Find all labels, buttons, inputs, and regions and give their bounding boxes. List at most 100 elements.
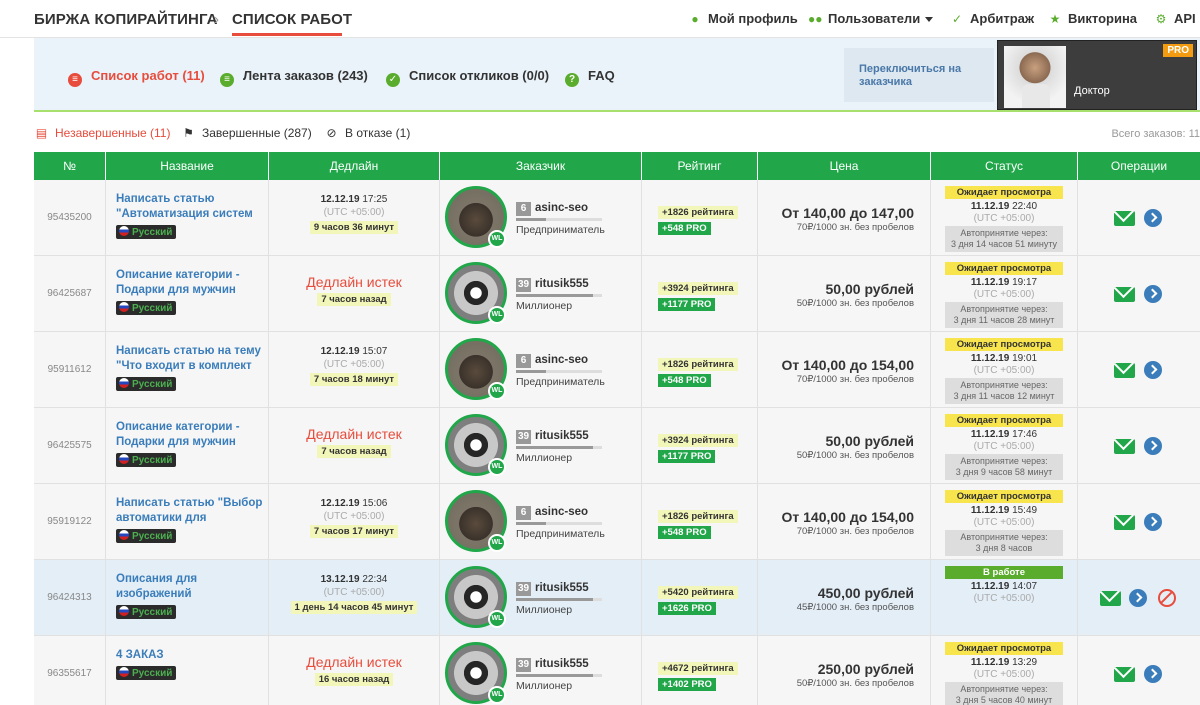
nav-quiz[interactable]: ★ Викторина [1048, 11, 1137, 26]
deadline-date: 12.12.19 15:06 [269, 498, 439, 509]
open-order-icon[interactable] [1129, 589, 1147, 607]
message-icon[interactable] [1100, 591, 1121, 606]
status-badge: Ожидает просмотра [945, 186, 1063, 199]
rating-cell: +1826 рейтинга +548 PRO [642, 180, 758, 256]
order-title-link[interactable]: Написать статью "Автоматизация систем [116, 192, 268, 222]
russia-flag-icon [119, 226, 129, 236]
deadline-remaining: 7 часов 18 минут [309, 373, 399, 386]
message-icon[interactable] [1114, 515, 1135, 530]
tab-work-list[interactable]: ≡ Список работ (11) [68, 68, 205, 87]
customer-username[interactable]: asinc-seo [535, 354, 588, 366]
col-header-status[interactable]: Статус [931, 152, 1078, 180]
deadline-expired: Дедлайн истек [306, 654, 402, 670]
level-badge: 6 [516, 202, 531, 216]
table-row[interactable]: 95435200 Написать статью "Автоматизация … [34, 180, 1200, 256]
customer-username[interactable]: asinc-seo [535, 506, 588, 518]
open-order-icon[interactable] [1144, 285, 1162, 303]
order-id: 96424313 [34, 560, 106, 636]
col-header-customer[interactable]: Заказчик [440, 152, 642, 180]
order-title-link[interactable]: 4 ЗАКАЗ [116, 648, 268, 663]
rating-bonus: +3924 рейтинга [658, 282, 738, 295]
cancel-icon[interactable] [1158, 589, 1176, 607]
order-title-link[interactable]: Написать статью "Выбор автоматики для [116, 496, 268, 526]
table-row[interactable]: 95911612 Написать статью на тему "Что вх… [34, 332, 1200, 408]
order-id: 96425687 [34, 256, 106, 332]
price-rate: 50₽/1000 зн. без пробелов [796, 450, 914, 461]
language-label: Русский [132, 531, 173, 542]
open-order-icon[interactable] [1144, 513, 1162, 531]
customer-username[interactable]: asinc-seo [535, 202, 588, 214]
customer-username[interactable]: ritusik555 [535, 582, 589, 594]
price-cell: От 140,00 до 154,00 70₽/1000 зн. без про… [758, 484, 931, 560]
level-progress-bar [516, 218, 602, 221]
level-progress-bar [516, 522, 602, 525]
nav-users[interactable]: ●● Пользователи [808, 11, 934, 26]
rating-bonus: +3924 рейтинга [658, 434, 738, 447]
order-title-link[interactable]: Описание категории - Подарки для мужчин [116, 268, 268, 298]
nav-my-profile[interactable]: ● Мой профиль [688, 11, 797, 26]
filter-unfinished[interactable]: ▤ Незавершенные (11) [34, 126, 171, 140]
filter-finished[interactable]: ⚑ Завершенные (287) [181, 126, 312, 140]
open-order-icon[interactable] [1144, 665, 1162, 683]
col-header-rating[interactable]: Рейтинг [642, 152, 758, 180]
message-icon[interactable] [1114, 363, 1135, 378]
tab-faq[interactable]: ? FAQ [565, 68, 615, 87]
message-icon[interactable] [1114, 667, 1135, 682]
customer-username[interactable]: ritusik555 [535, 430, 589, 442]
deadline-remaining: 7 часов назад [317, 293, 391, 306]
level-badge: 6 [516, 354, 531, 368]
nav-label: Арбитраж [970, 11, 1035, 26]
customer-username[interactable]: ritusik555 [535, 278, 589, 290]
tab-order-feed[interactable]: ≡ Лента заказов (243) [220, 68, 368, 87]
deadline-day: 12.12.19 [320, 346, 360, 357]
orders-table: № Название Дедлайн Заказчик Рейтинг Цена… [34, 152, 1200, 705]
switch-to-customer-button[interactable]: Переключиться на заказчика [844, 48, 994, 102]
table-row[interactable]: 96425575 Описание категории - Подарки дл… [34, 408, 1200, 484]
tab-responses[interactable]: ✓ Список откликов (0/0) [386, 68, 549, 87]
auto-accept-box: Автопринятие через: 3 дня 5 часов 40 мину… [945, 682, 1063, 705]
order-title-link[interactable]: Написать статью на тему "Что входит в ко… [116, 344, 268, 374]
nav-api[interactable]: ⚙ API [1154, 11, 1196, 26]
table-row[interactable]: 95919122 Написать статью "Выбор автомати… [34, 484, 1200, 560]
profile-card[interactable]: Доктор PRO [997, 40, 1197, 110]
status-cell: Ожидает просмотра 11.12.19 15:49 (UTC +0… [931, 484, 1078, 560]
open-order-icon[interactable] [1144, 437, 1162, 455]
status-cell: Ожидает просмотра 11.12.19 19:17 (UTC +0… [931, 256, 1078, 332]
filter-row: ▤ Незавершенные (11) ⚑ Завершенные (287) ⊘… [34, 124, 1200, 144]
message-icon[interactable] [1114, 439, 1135, 454]
customer-cell: WL 39 ritusik555 Миллионер [440, 256, 642, 332]
status-date: 11.12.19 [970, 657, 1010, 668]
message-icon[interactable] [1114, 211, 1135, 226]
table-row[interactable]: 96425687 Описание категории - Подарки дл… [34, 256, 1200, 332]
nav-arbitration[interactable]: ✓ Арбитраж [950, 11, 1034, 26]
feed-icon: ≡ [220, 73, 234, 87]
table-row[interactable]: 96424313 Описания для изображений Русски… [34, 560, 1200, 636]
status-date: 11.12.19 [970, 353, 1010, 364]
gavel-icon: ✓ [951, 12, 963, 26]
col-header-title[interactable]: Название [106, 152, 269, 180]
col-header-deadline[interactable]: Дедлайн [269, 152, 440, 180]
status-timezone: (UTC +05:00) [973, 593, 1035, 604]
language-label: Русский [132, 668, 173, 679]
open-order-icon[interactable] [1144, 361, 1162, 379]
order-title-link[interactable]: Описания для изображений [116, 572, 268, 602]
col-header-number[interactable]: № [34, 152, 106, 180]
filter-rejected[interactable]: ⊘ В отказе (1) [324, 126, 410, 140]
status-date: 11.12.19 [970, 277, 1010, 288]
col-header-price[interactable]: Цена [758, 152, 931, 180]
status-badge: Ожидает просмотра [945, 262, 1063, 275]
order-title-link[interactable]: Описание категории - Подарки для мужчин [116, 420, 268, 450]
customer-username[interactable]: ritusik555 [535, 658, 589, 670]
status-datetime: 11.12.19 22:40 [931, 201, 1077, 212]
price-rate: 50₽/1000 зн. без пробелов [796, 298, 914, 309]
deadline-timezone: (UTC +05:00) [323, 359, 385, 370]
level-progress-bar [516, 446, 602, 449]
table-body: 95435200 Написать статью "Автоматизация … [34, 180, 1200, 705]
table-row[interactable]: 96355617 4 ЗАКАЗ Русский Дедлайн истек 1… [34, 636, 1200, 705]
block-icon: ⊘ [326, 126, 337, 140]
message-icon[interactable] [1114, 287, 1135, 302]
open-order-icon[interactable] [1144, 209, 1162, 227]
auto-accept-time: 3 дня 5 часов 40 минут [955, 695, 1053, 705]
language-badge: Русский [116, 529, 177, 543]
breadcrumb-root[interactable]: БИРЖА КОПИРАЙТИНГА [34, 11, 218, 28]
